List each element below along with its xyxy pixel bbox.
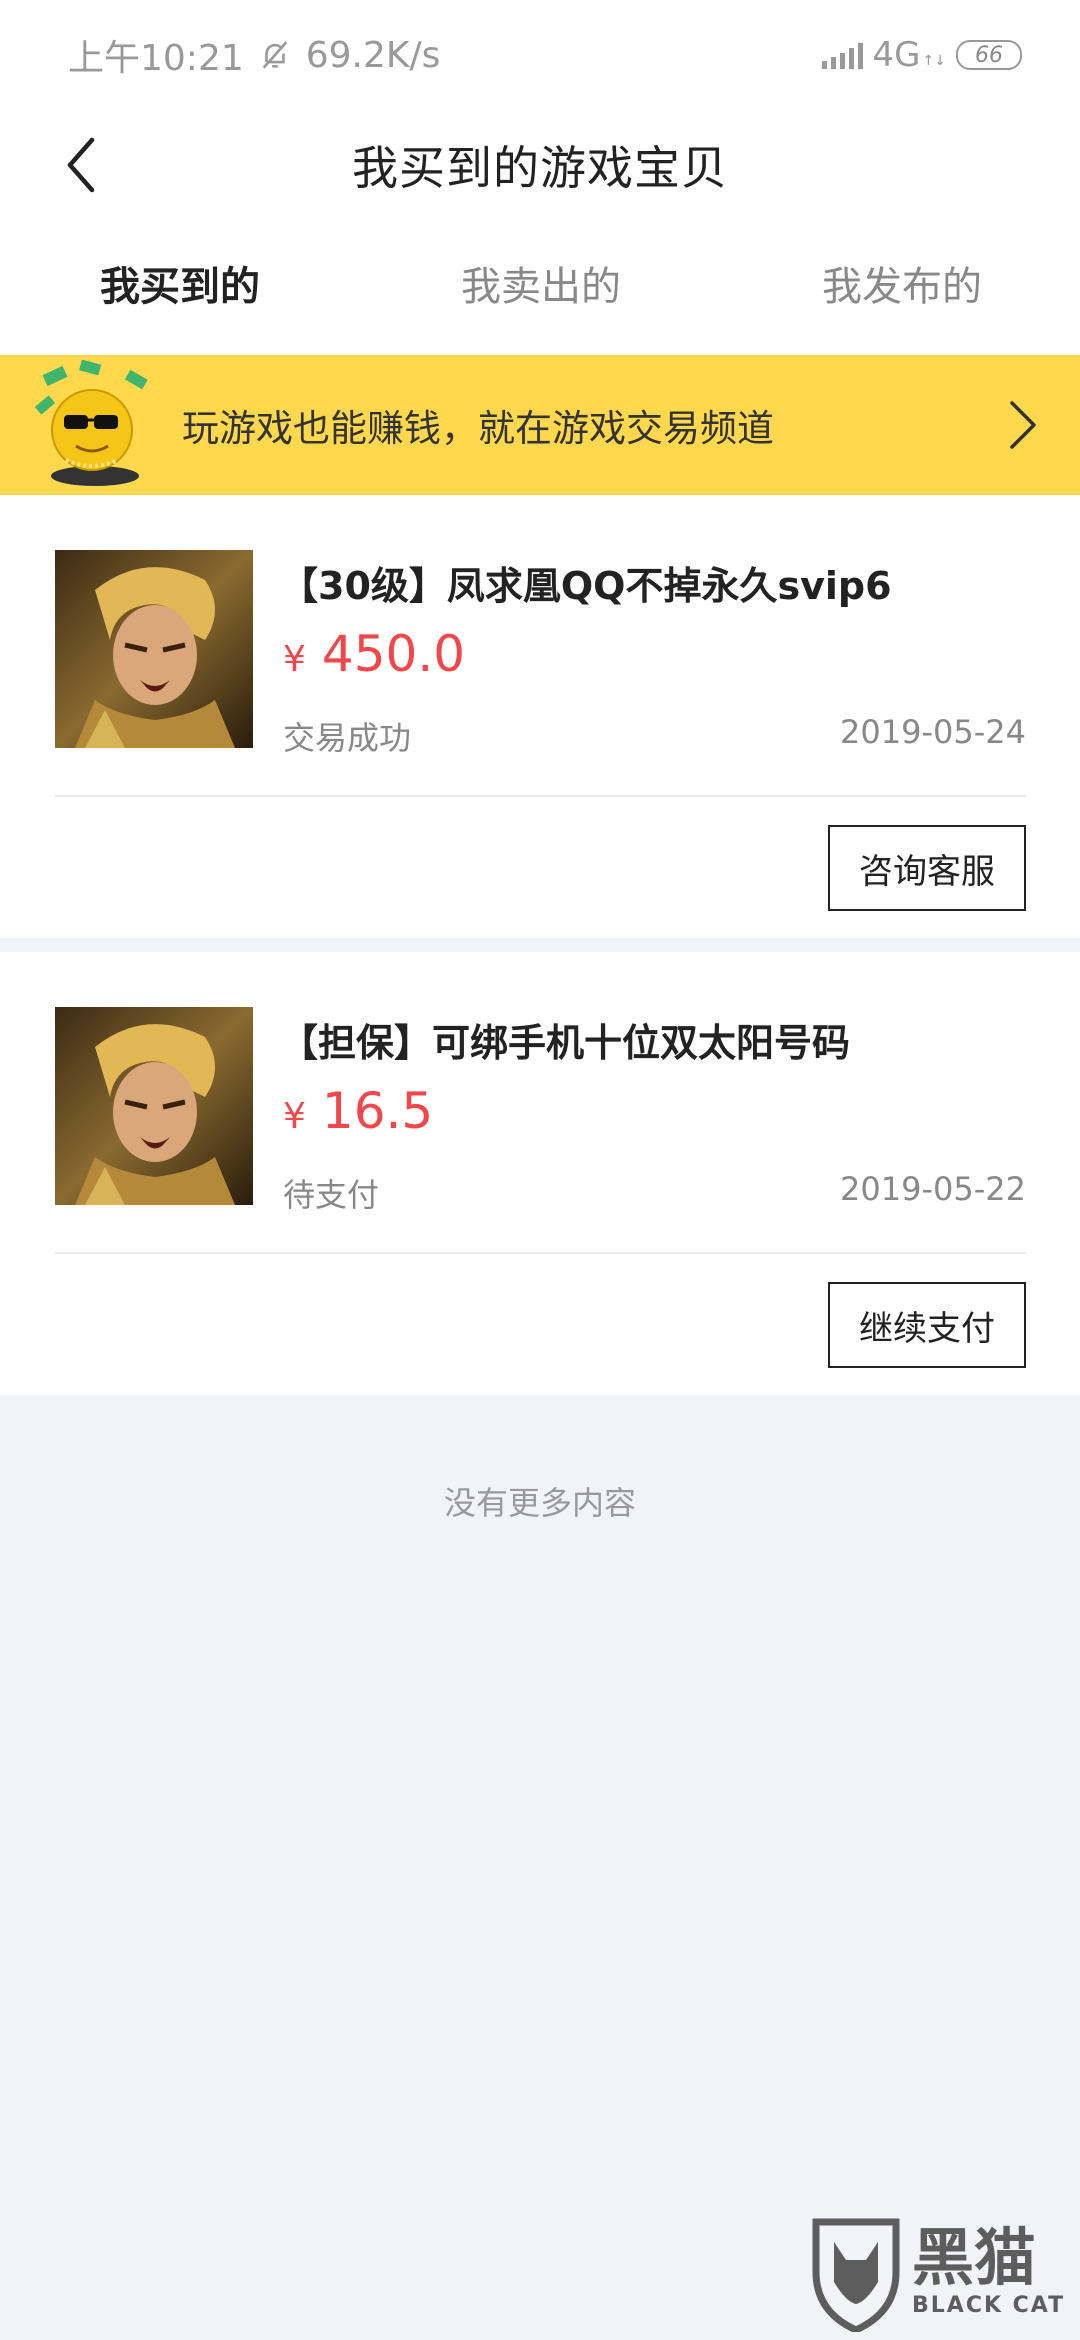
tab-sold[interactable]: 我卖出的 bbox=[394, 220, 688, 355]
status-right: 4G ↑↓ 66 bbox=[821, 35, 1022, 75]
promo-banner[interactable]: 玩游戏也能赚钱，就在游戏交易频道 bbox=[0, 355, 1080, 495]
watermark-text: 黑猫 BLACK CAT bbox=[912, 2220, 1066, 2318]
order-status: 待支付 bbox=[283, 1176, 380, 1214]
tab-published[interactable]: 我发布的 bbox=[688, 220, 1080, 355]
bell-muted-icon bbox=[262, 41, 288, 69]
item-title: 【担保】可绑手机十位双太阳号码 bbox=[280, 1021, 851, 1065]
item-title: 【30级】凤求凰QQ不掉永久svip6 bbox=[280, 564, 892, 608]
divider bbox=[55, 795, 1026, 797]
currency-symbol: ¥ bbox=[283, 1096, 306, 1137]
game-thumbnail bbox=[55, 1007, 253, 1205]
watermark-en: BLACK CAT bbox=[912, 2292, 1066, 2318]
status-time: 上午10:21 bbox=[68, 38, 244, 79]
signal-icon bbox=[821, 41, 863, 69]
divider bbox=[55, 1252, 1026, 1254]
tab-bar: 我买到的 我卖出的 我发布的 bbox=[0, 220, 1080, 355]
order-card[interactable]: 【30级】凤求凰QQ不掉永久svip6 ¥ 450.0 交易成功 2019-05… bbox=[0, 495, 1080, 938]
order-date: 2019-05-24 bbox=[840, 713, 1026, 751]
item-price: ¥ 16.5 bbox=[283, 1082, 433, 1140]
tab-bought[interactable]: 我买到的 bbox=[0, 220, 394, 355]
item-price: ¥ 450.0 bbox=[283, 625, 465, 683]
no-more-content-text: 没有更多内容 bbox=[443, 1484, 636, 1522]
price-value: 16.5 bbox=[321, 1082, 434, 1140]
watermark-cn: 黑猫 bbox=[912, 2220, 1037, 2294]
network-type: 4G bbox=[872, 35, 921, 75]
watermark: 黑猫 BLACK CAT bbox=[806, 2212, 1076, 2332]
back-button[interactable] bbox=[46, 130, 116, 200]
mascot-icon bbox=[34, 360, 148, 486]
currency-symbol: ¥ bbox=[283, 639, 306, 680]
status-bar: 上午10:21 69.2K/s 4G ↑↓ 66 bbox=[0, 0, 1080, 110]
data-arrows-icon: ↑↓ bbox=[922, 53, 946, 69]
game-thumbnail bbox=[55, 550, 253, 748]
order-date: 2019-05-22 bbox=[840, 1170, 1026, 1208]
page-title: 我买到的游戏宝贝 bbox=[352, 141, 728, 195]
price-value: 450.0 bbox=[321, 625, 466, 683]
order-status: 交易成功 bbox=[283, 719, 412, 757]
status-left: 上午10:21 69.2K/s bbox=[68, 29, 440, 81]
black-cat-logo-icon bbox=[812, 2218, 900, 2332]
battery-level: 66 bbox=[975, 42, 1003, 68]
continue-payment-button[interactable]: 继续支付 bbox=[828, 1282, 1026, 1368]
banner-text: 玩游戏也能赚钱，就在游戏交易频道 bbox=[182, 407, 774, 450]
chevron-left-icon bbox=[67, 137, 95, 193]
status-speed: 69.2K/s bbox=[305, 34, 441, 76]
chevron-right-icon bbox=[1010, 401, 1036, 449]
battery-icon: 66 bbox=[956, 40, 1022, 70]
order-card[interactable]: 【担保】可绑手机十位双太阳号码 ¥ 16.5 待支付 2019-05-22 继续… bbox=[0, 952, 1080, 1395]
header: 我买到的游戏宝贝 bbox=[0, 110, 1080, 220]
contact-service-button[interactable]: 咨询客服 bbox=[828, 825, 1026, 911]
